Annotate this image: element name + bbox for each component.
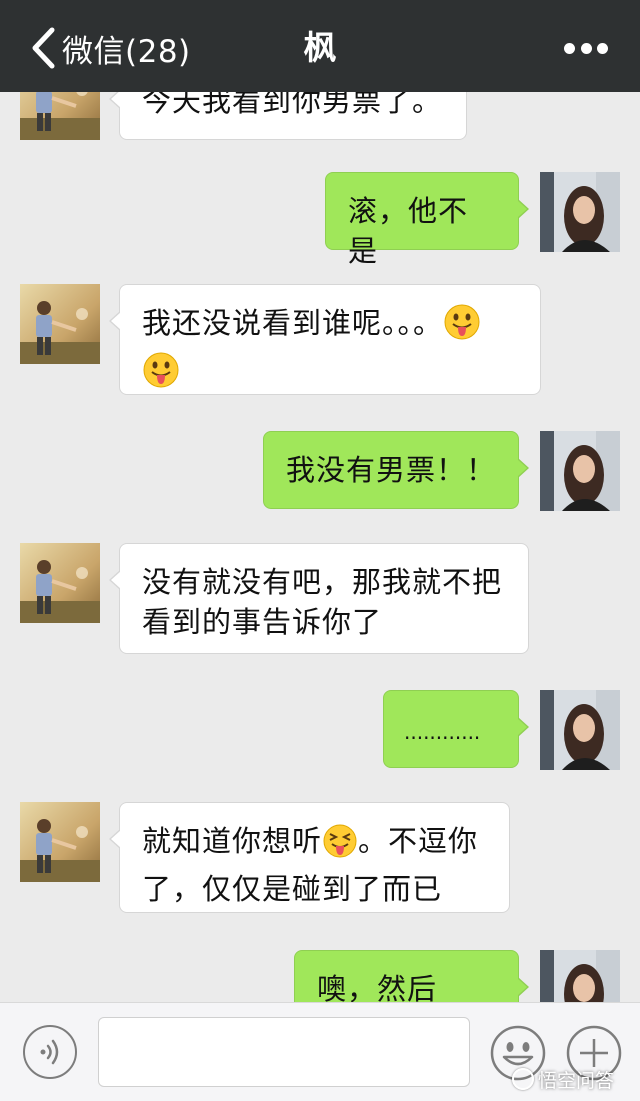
- outgoing-message[interactable]: 滚，他不是: [325, 172, 529, 268]
- more-dots-icon: [564, 42, 575, 54]
- squinting-tongue-emoji: [322, 823, 358, 869]
- voice-icon: [40, 1039, 59, 1065]
- more-dots-icon: [597, 42, 608, 54]
- message-text: 。不逗你: [358, 824, 479, 858]
- contact-avatar[interactable]: [20, 284, 100, 364]
- tongue-out-emoji: [443, 303, 481, 351]
- outgoing-message[interactable]: 噢，然后呢？: [294, 950, 529, 1002]
- outgoing-message[interactable]: 我没有男票！！: [263, 431, 529, 509]
- my-avatar[interactable]: [540, 950, 620, 1002]
- watermark-text: 悟空问答: [538, 1069, 615, 1092]
- incoming-message[interactable]: 就知道你想听 。不逗你 了，仅仅是碰到了而已: [109, 802, 510, 913]
- my-avatar[interactable]: [540, 172, 620, 252]
- chevron-left-icon: [32, 27, 55, 69]
- incoming-message[interactable]: 今天我看到你男票了。: [109, 92, 467, 140]
- chat-header: 微信(28) 枫: [0, 0, 640, 92]
- message-text: 今天我看到你男票了。: [142, 92, 443, 118]
- back-label: 微信(28): [62, 33, 191, 70]
- incoming-message[interactable]: 没有就没有吧，那我就不把 看到的事告诉你了: [109, 543, 529, 654]
- message-text: 我还没说看到谁呢。。。: [142, 306, 444, 340]
- my-avatar[interactable]: [540, 690, 620, 770]
- more-button[interactable]: [564, 40, 608, 56]
- message-text: ............: [404, 720, 481, 744]
- message-text: 噢，然后呢？: [317, 972, 438, 1002]
- message-text-line2: 了，仅仅是碰到了而已: [142, 872, 443, 906]
- message-text: 我没有男票！！: [286, 453, 497, 487]
- message-input[interactable]: [98, 1017, 470, 1087]
- back-button[interactable]: 微信(28): [30, 24, 191, 72]
- contact-avatar[interactable]: [20, 543, 100, 623]
- message-text-line1: 没有就没有吧，那我就不把: [142, 565, 503, 599]
- my-avatar[interactable]: [540, 431, 620, 511]
- watermark: 悟空问答: [512, 1066, 614, 1092]
- more-dots-icon: [580, 42, 592, 54]
- outgoing-message[interactable]: ............: [383, 690, 529, 768]
- contact-avatar[interactable]: [20, 92, 100, 140]
- message-text: 就知道你想听: [142, 824, 323, 858]
- message-text: 滚，他不是: [348, 194, 469, 268]
- chat-message-list[interactable]: 今天我看到你男票了。 滚，他不是 我还没说看到谁呢。。。 我没有男票！！ 没有就…: [0, 92, 640, 1002]
- watermark-logo-icon: [512, 1068, 534, 1090]
- voice-button[interactable]: [23, 1025, 77, 1079]
- incoming-message[interactable]: 我还没说看到谁呢。。。: [109, 284, 541, 395]
- tongue-out-emoji: [142, 351, 180, 399]
- contact-avatar[interactable]: [20, 802, 100, 882]
- message-text-line2: 看到的事告诉你了: [142, 605, 383, 639]
